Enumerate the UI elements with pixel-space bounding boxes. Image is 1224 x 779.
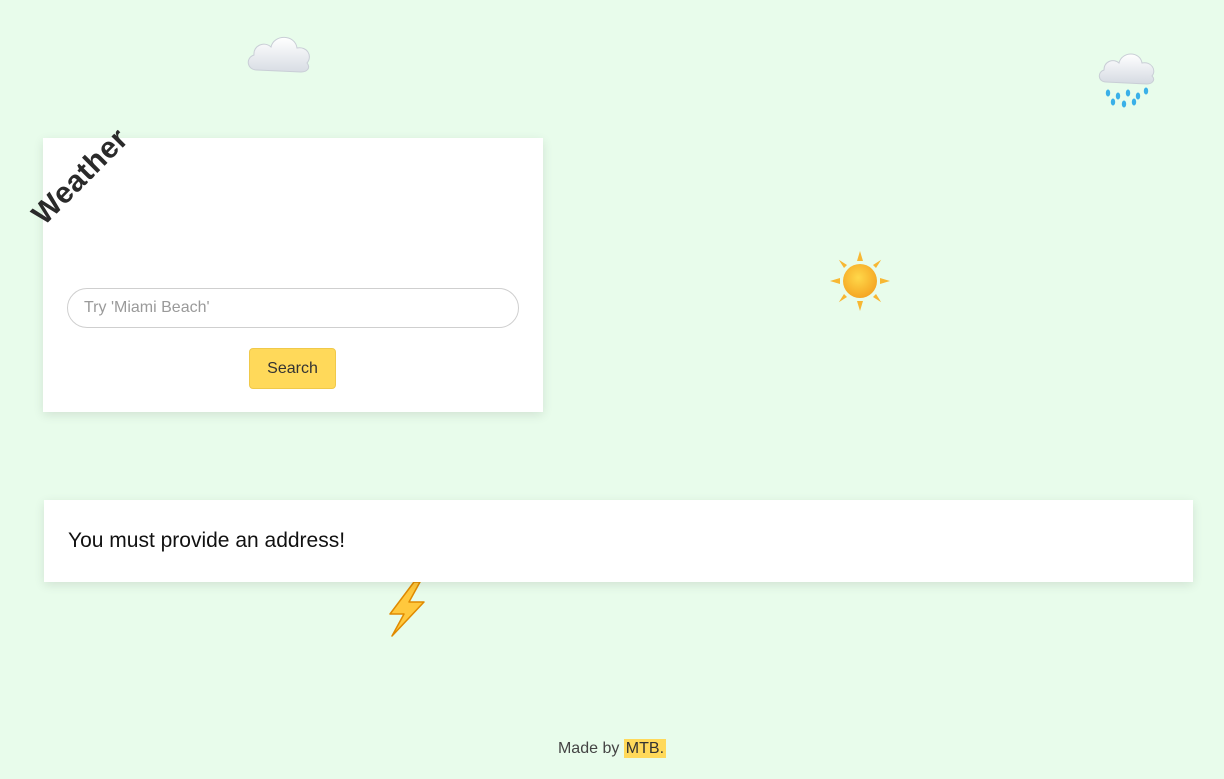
search-button[interactable]: Search (249, 348, 336, 389)
lightning-icon (384, 580, 430, 638)
rain-cloud-icon (1096, 44, 1158, 108)
footer: Made by MTB. (0, 739, 1224, 758)
message-box: You must provide an address! (44, 500, 1193, 582)
error-message: You must provide an address! (68, 529, 346, 552)
sun-icon (829, 250, 891, 312)
footer-made-by: Made by (557, 740, 620, 757)
author-link[interactable]: MTB. (623, 739, 667, 758)
cloud-icon (243, 26, 315, 76)
search-input[interactable] (67, 288, 519, 328)
